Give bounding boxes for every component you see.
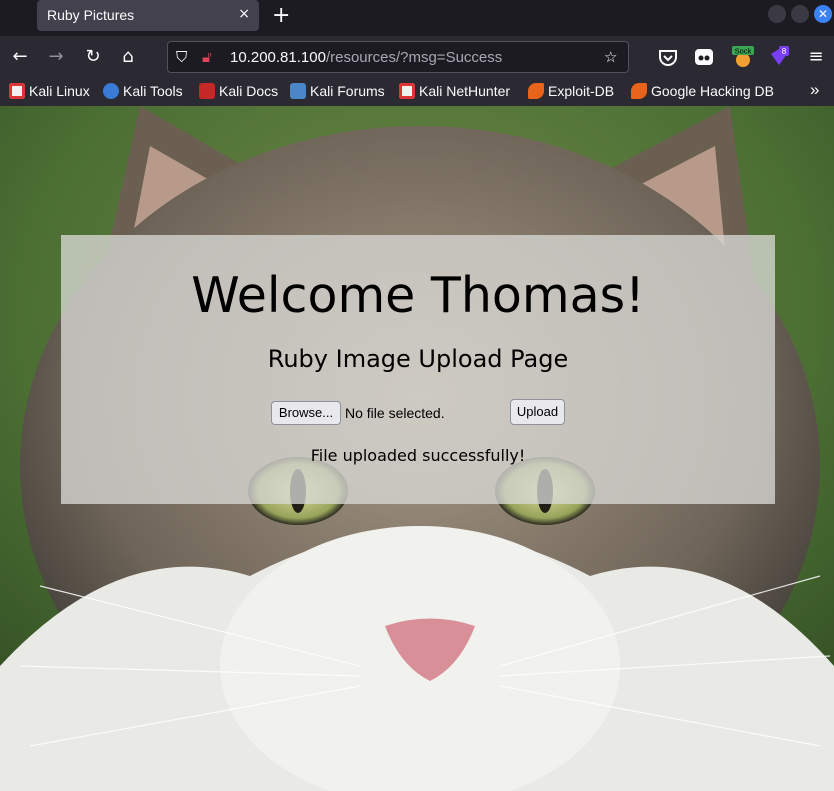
bookmark-label: Kali Forums (310, 83, 385, 99)
bookmark-kali-nethunter[interactable]: Kali NetHunter (399, 83, 510, 101)
bookmark-kali-forums[interactable]: Kali Forums (290, 83, 385, 101)
bookmark-label: Kali Tools (123, 83, 183, 99)
bookmark-kali-docs[interactable]: Kali Docs (199, 83, 278, 101)
upload-button[interactable]: Upload (510, 399, 565, 425)
bookmark-kali-tools[interactable]: Kali Tools (103, 83, 183, 101)
pocket-icon[interactable] (657, 46, 679, 68)
nethunter-icon (399, 83, 415, 99)
menu-icon[interactable]: ≡ (804, 45, 828, 69)
maximize-button[interactable] (791, 5, 809, 23)
url-path: /resources/?msg=Success (325, 49, 503, 66)
tab-title: Ruby Pictures (47, 7, 135, 23)
bookmarks-overflow-icon[interactable]: » (810, 80, 819, 99)
shield-icon[interactable]: ⛉ (176, 48, 187, 66)
url-text[interactable]: 10.200.81.100/resources/?msg=Success (230, 49, 502, 66)
bookmark-label: Kali Docs (219, 83, 279, 99)
file-selection-status: No file selected. (345, 405, 445, 421)
ghdb-icon (631, 83, 647, 99)
url-host: 10.200.81.100 (230, 49, 326, 66)
page-content: Welcome Thomas! Ruby Image Upload Page B… (0, 106, 834, 791)
browse-button[interactable]: Browse... (271, 401, 341, 425)
extension-icon[interactable] (693, 46, 715, 68)
page-subtitle: Ruby Image Upload Page (267, 345, 569, 373)
sock-badge: Sock (735, 47, 752, 56)
bookmark-label: Google Hacking DB (651, 83, 774, 99)
exploit-db-icon (528, 83, 544, 99)
new-tab-button[interactable]: + (272, 3, 290, 28)
bookmark-label: Kali Linux (29, 83, 90, 99)
extension-badge-count: 8 (782, 47, 787, 56)
wappalyzer-icon[interactable]: 8 (768, 46, 790, 68)
bookmark-kali-linux[interactable]: Kali Linux (9, 83, 90, 101)
kali-icon (9, 83, 25, 99)
tab-close-icon[interactable]: × (238, 6, 250, 22)
foxyproxy-icon[interactable]: Sock (731, 46, 754, 68)
back-button[interactable]: ← (8, 45, 32, 69)
bookmark-google-hacking-db[interactable]: Google Hacking DB (631, 83, 774, 101)
page-title: Welcome Thomas! (191, 267, 645, 324)
forward-button[interactable]: → (44, 45, 68, 69)
bookmark-label: Exploit-DB (548, 83, 615, 99)
reload-button[interactable]: ↻ (81, 45, 105, 69)
bookmark-label: Kali NetHunter (419, 83, 511, 99)
kali-tools-icon (103, 83, 119, 99)
bookmarks-toolbar: Kali Linux Kali Tools Kali Docs Kali For… (0, 78, 834, 106)
navigation-toolbar: ← → ↻ ⌂ ⛉ 🔓︎ 10.200.81.100/resources/?ms… (0, 36, 834, 78)
tab-strip: Ruby Pictures × + ✕ (0, 0, 834, 36)
home-button[interactable]: ⌂ (116, 45, 140, 69)
url-bar[interactable]: ⛉ 🔓︎ 10.200.81.100/resources/?msg=Succes… (167, 41, 629, 73)
upload-panel: Welcome Thomas! Ruby Image Upload Page B… (61, 235, 775, 504)
bookmark-star-icon[interactable]: ☆ (604, 48, 617, 66)
close-window-icon[interactable]: ✕ (814, 5, 832, 23)
insecure-lock-icon[interactable]: 🔓︎ (202, 48, 212, 66)
minimize-button[interactable] (768, 5, 786, 23)
status-message: File uploaded successfully! (310, 446, 526, 465)
tab-active[interactable]: Ruby Pictures × (37, 0, 259, 31)
kali-forums-icon (290, 83, 306, 99)
kali-docs-icon (199, 83, 215, 99)
bookmark-exploit-db[interactable]: Exploit-DB (528, 83, 614, 101)
